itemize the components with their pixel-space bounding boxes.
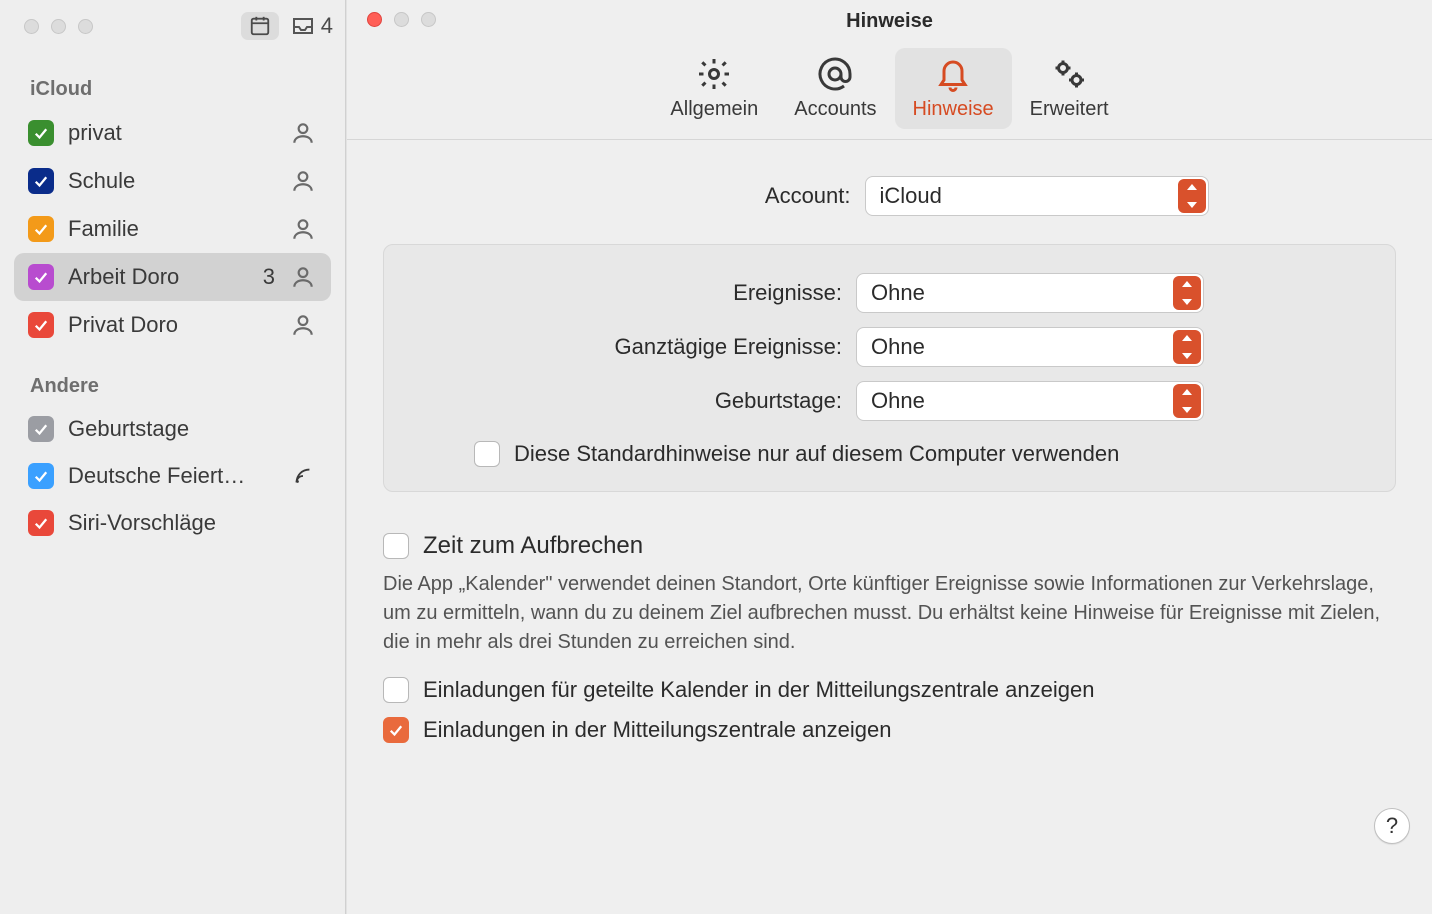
close-button[interactable] [367, 12, 382, 27]
window-control-disabled-2 [51, 19, 66, 34]
calendar-item-siri-vorschlaege[interactable]: Siri-Vorschläge [14, 500, 331, 546]
tab-label: Allgemein [670, 98, 758, 121]
events-value: Ohne [871, 280, 1173, 306]
dropdown-stepper-icon [1173, 384, 1201, 418]
tab-advanced[interactable]: Erweitert [1012, 48, 1127, 129]
calendar-item-privat-doro[interactable]: Privat Doro [14, 301, 331, 349]
tab-label: Hinweise [913, 98, 994, 121]
tab-label: Accounts [794, 98, 876, 121]
preferences-tabs: Allgemein Accounts Hinweise Erweitert [347, 42, 1432, 140]
only-this-computer-label: Diese Standardhinweise nur auf diesem Co… [514, 441, 1119, 467]
time-to-leave-label: Zeit zum Aufbrechen [423, 532, 643, 560]
shared-invites-row[interactable]: Einladungen für geteilte Kalender in der… [383, 677, 1396, 703]
shared-icon [289, 215, 317, 243]
invites-row[interactable]: Einladungen in der Mitteilungszentrale a… [383, 717, 1396, 743]
time-to-leave-row[interactable]: Zeit zum Aufbrechen [383, 532, 1396, 560]
checkbox-familie[interactable] [28, 216, 54, 242]
calendar-label: Geburtstage [68, 416, 317, 442]
inbox-icon [291, 16, 315, 36]
invites-label: Einladungen in der Mitteilungszentrale a… [423, 717, 891, 743]
help-button[interactable]: ? [1374, 808, 1410, 844]
additional-options: Zeit zum Aufbrechen Die App „Kalender" v… [383, 532, 1396, 743]
calendar-item-geburtstage[interactable]: Geburtstage [14, 406, 331, 452]
calendar-label: Deutsche Feiert… [68, 463, 275, 489]
calendar-item-arbeit-doro[interactable]: Arbeit Doro 3 [14, 253, 331, 301]
only-this-computer-checkbox[interactable] [474, 441, 500, 467]
shared-invites-label: Einladungen für geteilte Kalender in der… [423, 677, 1094, 703]
checkbox-deutsche-feiertage[interactable] [28, 463, 54, 489]
allday-events-value: Ohne [871, 334, 1173, 360]
calendar-list-icloud: privat Schule Familie Arbeit Doro 3 [0, 109, 345, 349]
checkbox-privat-doro[interactable] [28, 312, 54, 338]
window-control-disabled-1 [24, 19, 39, 34]
calendar-badge-count: 3 [263, 264, 275, 290]
calendar-toggle-button[interactable] [241, 12, 279, 40]
checkbox-siri-vorschlaege[interactable] [28, 510, 54, 536]
subscribed-icon [289, 462, 317, 490]
default-alerts-group: Ereignisse: Ohne Ganztägige Ereignisse: … [383, 244, 1396, 492]
calendar-icon [249, 15, 271, 37]
allday-events-label: Ganztägige Ereignisse: [412, 334, 842, 360]
checkbox-schule[interactable] [28, 168, 54, 194]
checkbox-geburtstage[interactable] [28, 416, 54, 442]
preferences-window: Hinweise Allgemein Accounts Hinweise Erw… [346, 0, 1432, 914]
calendar-item-schule[interactable]: Schule [14, 157, 331, 205]
window-control-disabled-3 [78, 19, 93, 34]
section-label-andere: Andere [0, 349, 345, 406]
minimize-button-disabled [394, 12, 409, 27]
allday-events-select[interactable]: Ohne [856, 327, 1204, 367]
calendar-label: Siri-Vorschläge [68, 510, 317, 536]
shared-invites-checkbox[interactable] [383, 677, 409, 703]
calendar-label: Arbeit Doro [68, 264, 249, 290]
account-value: iCloud [880, 183, 1178, 209]
preferences-titlebar: Hinweise [347, 0, 1432, 42]
preferences-title: Hinweise [846, 10, 933, 33]
dropdown-stepper-icon [1178, 179, 1206, 213]
dropdown-stepper-icon [1173, 276, 1201, 310]
calendar-label: Familie [68, 216, 275, 242]
tab-general[interactable]: Allgemein [652, 48, 776, 129]
sidebar-toolbar: 4 [0, 0, 345, 52]
shared-icon [289, 167, 317, 195]
shared-icon [289, 119, 317, 147]
help-label: ? [1386, 813, 1398, 839]
birthdays-value: Ohne [871, 388, 1173, 414]
calendar-list-andere: Geburtstage Deutsche Feiert… Siri-Vorsch… [0, 406, 345, 546]
calendar-label: Privat Doro [68, 312, 275, 338]
time-to-leave-description: Die App „Kalender" verwendet deinen Stan… [383, 570, 1396, 657]
account-select[interactable]: iCloud [865, 176, 1209, 216]
time-to-leave-checkbox[interactable] [383, 533, 409, 559]
inbox-count: 4 [321, 13, 333, 39]
zoom-button-disabled [421, 12, 436, 27]
tab-accounts[interactable]: Accounts [776, 48, 894, 129]
tab-alerts[interactable]: Hinweise [895, 48, 1012, 129]
birthdays-label: Geburtstage: [412, 388, 842, 414]
events-select[interactable]: Ohne [856, 273, 1204, 313]
bell-icon [935, 56, 971, 92]
shared-icon [289, 263, 317, 291]
calendar-item-familie[interactable]: Familie [14, 205, 331, 253]
sidebar: 4 iCloud privat Schule Familie Arb [0, 0, 346, 914]
calendar-item-privat[interactable]: privat [14, 109, 331, 157]
checkbox-privat[interactable] [28, 120, 54, 146]
checkbox-arbeit-doro[interactable] [28, 264, 54, 290]
account-label: Account: [571, 183, 851, 209]
calendar-label: privat [68, 120, 275, 146]
calendar-item-deutsche-feiertage[interactable]: Deutsche Feiert… [14, 452, 331, 500]
inbox-button[interactable]: 4 [291, 13, 333, 39]
at-icon [817, 56, 853, 92]
invites-checkbox[interactable] [383, 717, 409, 743]
section-label-icloud: iCloud [0, 52, 345, 109]
preferences-body: Account: iCloud Ereignisse: Ohne Ganztäg… [347, 140, 1432, 914]
gear-icon [696, 56, 732, 92]
events-label: Ereignisse: [412, 280, 842, 306]
calendar-label: Schule [68, 168, 275, 194]
gears-icon [1051, 56, 1087, 92]
only-this-computer-row[interactable]: Diese Standardhinweise nur auf diesem Co… [474, 441, 1367, 467]
birthdays-select[interactable]: Ohne [856, 381, 1204, 421]
dropdown-stepper-icon [1173, 330, 1201, 364]
shared-icon [289, 311, 317, 339]
tab-label: Erweitert [1030, 98, 1109, 121]
